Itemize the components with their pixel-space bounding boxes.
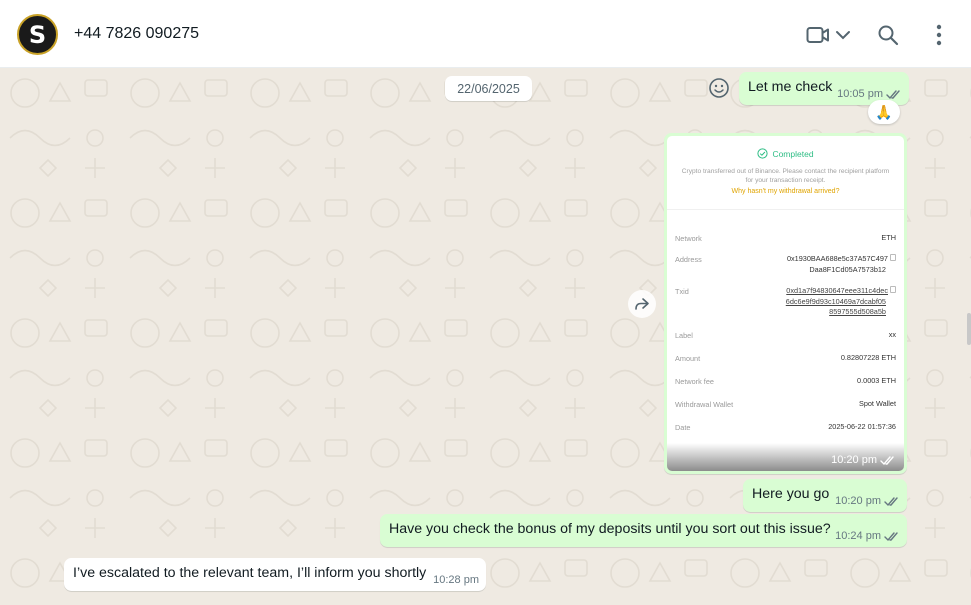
outgoing-message[interactable]: Here you go 10:20 pm xyxy=(743,479,907,512)
message-reaction[interactable]: 🙏 xyxy=(868,100,900,124)
message-meta: 10:20 pm xyxy=(831,454,896,466)
receipt-status: Completed xyxy=(667,148,904,159)
message-meta: 10:24 pm xyxy=(835,530,900,542)
txid-line: 0xd1a7f94830647eee311c4dec xyxy=(786,286,888,295)
message-meta: 10:05 pm xyxy=(837,88,902,100)
scrollbar-thumb[interactable] xyxy=(967,313,971,345)
receipt-value: Spot Wallet xyxy=(858,399,896,408)
message-meta: 10:20 pm xyxy=(835,495,900,507)
outgoing-message[interactable]: Have you check the bonus of my deposits … xyxy=(380,514,907,547)
double-check-icon xyxy=(884,531,898,541)
txid-line: 6dc6e9f9d93c10469a7dcabf05 xyxy=(785,296,886,306)
double-check-icon xyxy=(880,455,894,465)
chat-area[interactable]: 22/06/2025 Let me check 10:05 pm 🙏 Compl… xyxy=(0,68,971,605)
chevron-down-icon[interactable] xyxy=(830,22,856,48)
message-time: 10:20 pm xyxy=(831,454,877,466)
forward-icon[interactable] xyxy=(628,290,656,318)
avatar-letter: S xyxy=(28,20,47,49)
address-line: Daa8F1Cd05A7573b12 xyxy=(809,264,886,274)
receipt-value: ETH xyxy=(881,233,896,242)
receipt-value: 0x1930BAA688e5c37A57C497 Daa8F1Cd05A7573… xyxy=(787,254,896,275)
contact-avatar[interactable]: S xyxy=(17,14,58,55)
message-text: Let me check xyxy=(748,79,833,95)
receipt-value: xx xyxy=(888,330,896,339)
withdrawal-receipt-image[interactable]: Completed Crypto transferred out of Bina… xyxy=(667,136,904,471)
receipt-status-text: Completed xyxy=(772,148,814,159)
receipt-label: Date xyxy=(675,423,691,432)
contact-name[interactable]: +44 7826 090275 xyxy=(74,25,199,43)
message-time: 10:20 pm xyxy=(835,495,881,507)
message-text: Have you check the bonus of my deposits … xyxy=(389,521,831,537)
check-circle-icon xyxy=(757,148,769,159)
message-text: Here you go xyxy=(752,486,830,502)
receipt-value: 0xd1a7f94830647eee311c4dec 6dc6e9f9d93c1… xyxy=(786,286,896,318)
receipt-label: Withdrawal Wallet xyxy=(675,400,734,409)
chat-header: S +44 7826 090275 xyxy=(0,0,971,68)
receipt-divider xyxy=(667,209,904,210)
image-message[interactable]: Completed Crypto transferred out of Bina… xyxy=(664,133,907,474)
message-time: 10:24 pm xyxy=(835,530,881,542)
message-text: I’ve escalated to the relevant team, I’l… xyxy=(73,565,427,581)
emoji-reaction-icon[interactable] xyxy=(707,76,731,100)
message-time: 10:28 pm xyxy=(433,574,479,586)
receipt-label: Network fee xyxy=(675,377,714,386)
video-call-icon[interactable] xyxy=(805,22,831,48)
message-time: 10:05 pm xyxy=(837,88,883,100)
receipt-value: 0.82807228 ETH xyxy=(840,353,896,362)
search-icon[interactable] xyxy=(875,22,901,48)
receipt-value: 0.0003 ETH xyxy=(857,376,896,385)
receipt-label: Txid xyxy=(675,287,689,296)
copy-icon xyxy=(890,254,896,261)
double-check-icon xyxy=(884,496,898,506)
receipt-label: Amount xyxy=(675,354,701,363)
receipt-label: Network xyxy=(675,234,702,243)
more-options-icon[interactable] xyxy=(926,22,952,48)
copy-icon xyxy=(890,286,896,293)
date-chip: 22/06/2025 xyxy=(445,76,532,101)
receipt-help-link: Why hasn't my withdrawal arrived? xyxy=(731,188,840,195)
receipt-label: Label xyxy=(675,331,693,340)
double-check-icon xyxy=(886,89,900,99)
receipt-note: Crypto transferred out of Binance. Pleas… xyxy=(681,168,890,184)
address-line: 0x1930BAA688e5c37A57C497 xyxy=(786,254,888,263)
receipt-label: Address xyxy=(675,255,702,264)
message-meta: 10:28 pm xyxy=(433,574,479,586)
receipt-value: 2025-06-22 01:57:36 xyxy=(828,422,896,431)
incoming-message[interactable]: I’ve escalated to the relevant team, I’l… xyxy=(64,558,486,591)
txid-line: 8597555d508a5b xyxy=(829,307,886,316)
